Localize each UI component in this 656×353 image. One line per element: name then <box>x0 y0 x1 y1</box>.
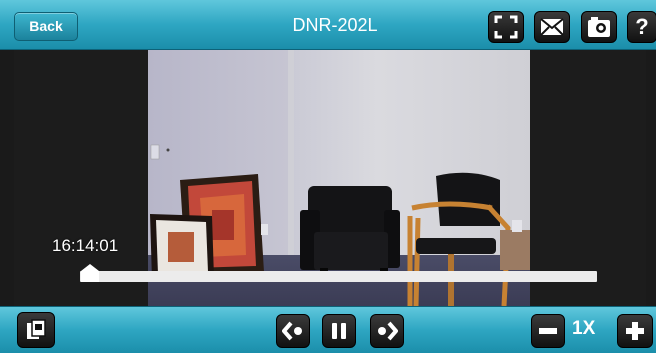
file-browser-button[interactable] <box>17 312 55 348</box>
playback-speed: 1X <box>572 318 596 339</box>
forward-icon <box>378 321 398 341</box>
snapshot-button[interactable] <box>581 11 617 43</box>
playback-timestamp: 16:14:01 <box>52 236 119 255</box>
forward-button[interactable] <box>370 314 404 348</box>
help-button[interactable]: ? <box>627 11 656 43</box>
pause-icon <box>332 323 346 339</box>
speed-up-button[interactable] <box>617 314 653 348</box>
email-icon <box>540 18 564 36</box>
back-button[interactable]: Back <box>14 12 78 41</box>
page-title: DNR-202L <box>292 15 378 35</box>
speed-down-icon <box>539 328 557 334</box>
speed-down-button[interactable] <box>531 314 565 348</box>
help-icon: ? <box>635 14 649 39</box>
file-browser-icon <box>27 319 46 339</box>
letterbox-right <box>530 50 646 306</box>
fullscreen-button[interactable] <box>488 11 524 43</box>
pause-button[interactable] <box>322 314 356 348</box>
top-bar: Back DNR-202L ? <box>0 0 656 50</box>
camera-view[interactable] <box>148 50 530 306</box>
camera-scene <box>150 144 530 306</box>
snapshot-icon <box>588 17 610 37</box>
email-button[interactable] <box>534 11 570 43</box>
speed-up-icon <box>626 322 644 340</box>
fullscreen-icon <box>494 15 518 39</box>
seek-handle[interactable] <box>81 264 100 282</box>
video-area: 16:14:01 <box>0 50 656 306</box>
rewind-icon <box>282 321 302 341</box>
seek-bar[interactable] <box>80 271 597 282</box>
rewind-button[interactable] <box>276 314 310 348</box>
